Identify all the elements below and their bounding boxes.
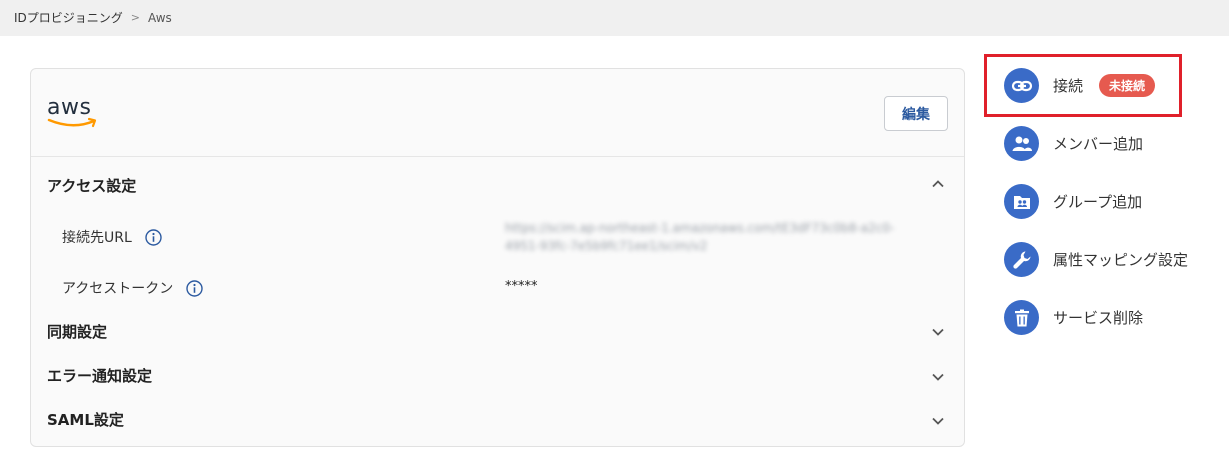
edit-button[interactable]: 編集: [884, 96, 948, 131]
breadcrumb-current: Aws: [148, 10, 172, 25]
breadcrumb: IDプロビジョニング > Aws: [14, 9, 172, 26]
info-icon[interactable]: [145, 228, 162, 246]
group-folder-icon: [1004, 184, 1039, 219]
top-bar: IDプロビジョニング > Aws: [0, 0, 1229, 36]
card-header: aws 編集: [31, 69, 964, 157]
token-row-label: アクセストークン: [62, 278, 204, 298]
url-label: 接続先URL: [62, 230, 132, 246]
chevron-down-icon[interactable]: [931, 370, 945, 384]
aws-logo: aws: [47, 95, 99, 131]
url-value: https://scim.ap-northeast-1.amazonaws.co…: [505, 219, 935, 255]
add-member-action[interactable]: メンバー追加: [1004, 126, 1143, 161]
highlight-box: [984, 54, 1182, 117]
trash-icon: [1004, 300, 1039, 335]
section-sync-title[interactable]: 同期設定: [47, 321, 107, 342]
token-label: アクセストークン: [62, 281, 174, 297]
token-value: *****: [505, 279, 538, 294]
chevron-down-icon[interactable]: [931, 414, 945, 428]
service-card: aws 編集 アクセス設定 接続先URL https://scim.ap-nor…: [30, 68, 965, 447]
section-error-title[interactable]: エラー通知設定: [47, 365, 152, 386]
attribute-mapping-action[interactable]: 属性マッピング設定: [1004, 242, 1188, 277]
section-saml-title[interactable]: SAML設定: [47, 409, 124, 430]
chevron-up-icon[interactable]: [931, 177, 945, 191]
people-icon: [1004, 126, 1039, 161]
info-icon[interactable]: [186, 279, 204, 297]
delete-service-label: サービス削除: [1053, 309, 1144, 327]
breadcrumb-separator: >: [130, 11, 140, 24]
breadcrumb-parent[interactable]: IDプロビジョニング: [14, 9, 123, 26]
chevron-down-icon[interactable]: [931, 325, 945, 339]
attribute-mapping-label: 属性マッピング設定: [1053, 251, 1189, 269]
url-value-line2: 4951-93fc-7e5b9fc71ee1/scim/v2: [505, 239, 708, 253]
section-access-title[interactable]: アクセス設定: [47, 175, 136, 196]
url-row-label: 接続先URL: [62, 227, 162, 247]
add-group-action[interactable]: グループ追加: [1004, 184, 1142, 219]
aws-smile-icon: [47, 117, 97, 128]
wrench-icon: [1004, 242, 1039, 277]
add-member-label: メンバー追加: [1053, 135, 1144, 153]
delete-service-action[interactable]: サービス削除: [1004, 300, 1143, 335]
add-group-label: グループ追加: [1053, 193, 1143, 211]
url-value-line1: https://scim.ap-northeast-1.amazonaws.co…: [505, 221, 895, 235]
